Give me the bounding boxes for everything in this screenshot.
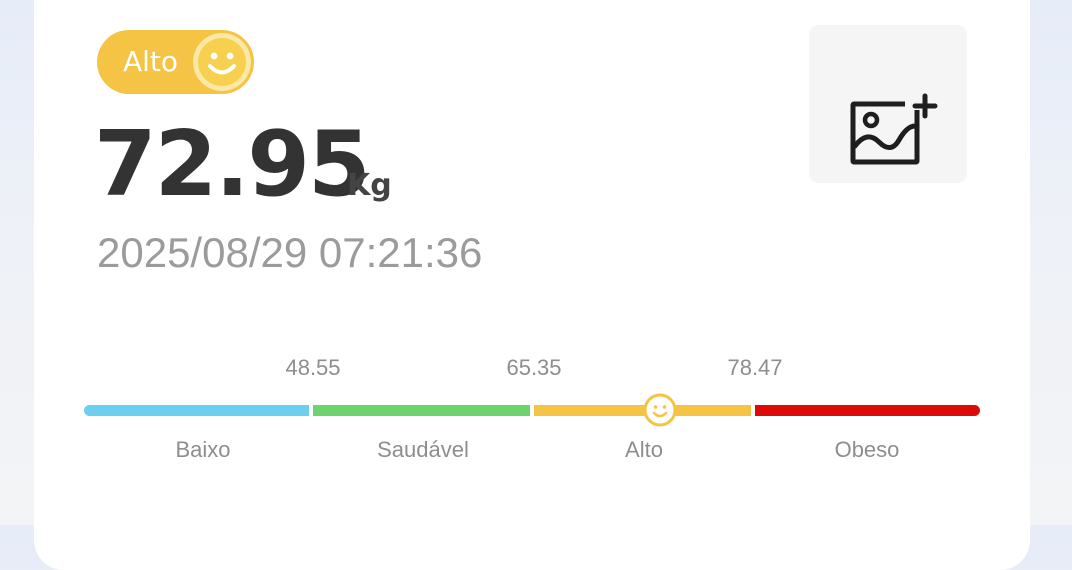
weight-value: 72.95	[94, 112, 371, 217]
category-label-healthy: Saudável	[377, 437, 469, 462]
scale-segment-low	[84, 405, 309, 416]
threshold-high-obese: 78.47	[727, 355, 783, 380]
weight-unit: Kg	[347, 168, 392, 203]
category-label-high: Alto	[625, 437, 663, 462]
smiley-icon	[193, 33, 251, 91]
scale-segment-healthy	[313, 405, 530, 416]
threshold-low-healthy: 48.55	[285, 355, 341, 380]
scale-segment-obese	[755, 405, 980, 416]
add-photo-button[interactable]	[809, 25, 967, 183]
category-label-obese: Obeso	[834, 437, 900, 462]
add-image-icon	[850, 93, 938, 165]
scale-marker-smiley-icon	[643, 393, 677, 427]
status-label: Alto	[123, 45, 179, 78]
status-badge: Alto	[97, 30, 254, 94]
category-label-low: Baixo	[175, 437, 231, 462]
measurement-datetime: 2025/08/29 07:21:36	[97, 229, 483, 276]
threshold-healthy-high: 65.35	[506, 355, 562, 380]
